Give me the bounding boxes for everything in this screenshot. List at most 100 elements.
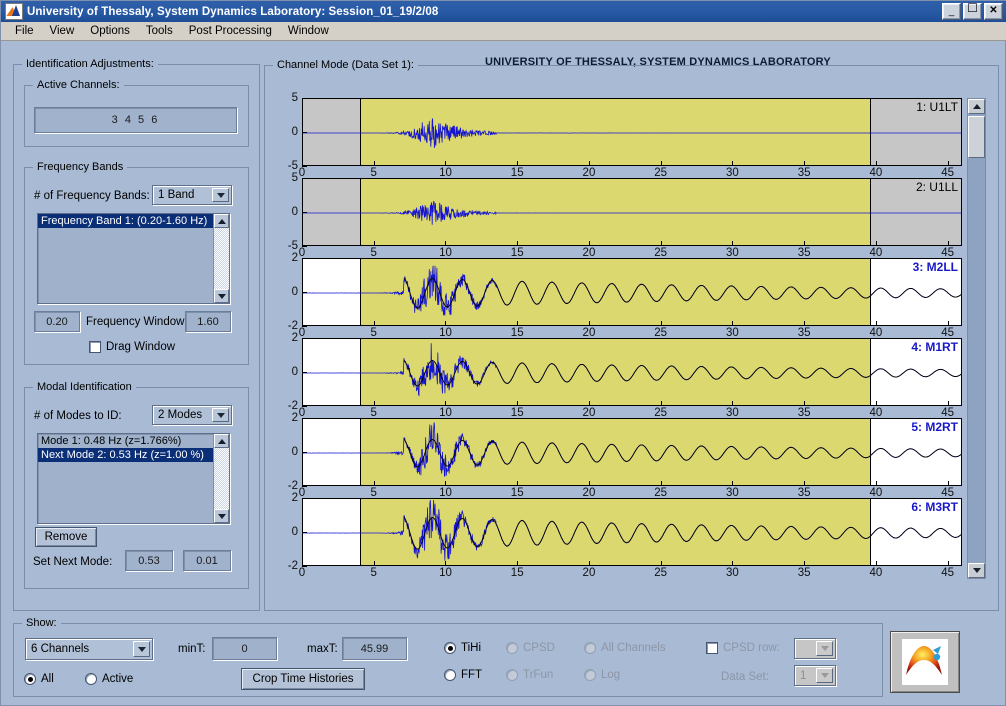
scroll-down-icon[interactable] [968,563,985,578]
cpsd-row-label: CPSD row: [723,642,780,654]
channel-plot-axes-3[interactable]: 3: M2LL [302,258,962,326]
plot-type-log-label: Log [601,669,621,681]
mint-field[interactable]: 0 [212,637,277,660]
x-axis-tick-mark [732,561,734,566]
x-axis-tick-mark [517,161,519,166]
x-axis-tick-mark [445,401,447,406]
x-axis-tick-mark [804,561,806,566]
x-axis-tick-mark [947,241,949,246]
show-legend: Show: [22,617,61,629]
channel-plot-row: 1: U1LT -5 0 5 0 5 10 15 20 25 30 35 40 45 [1,92,1006,184]
scope-all-label: All [41,673,54,685]
x-axis-tick: 5 [370,567,377,579]
scope-active-label: Active [102,673,134,685]
x-axis-tick-mark [517,561,519,566]
x-axis-tick-mark [445,161,447,166]
channel-plot-axes-5[interactable]: 5: M2RT [302,418,962,486]
scope-all-radio[interactable]: All [24,673,54,685]
channels-count-dropdown[interactable]: 6 Channels [25,638,153,660]
x-axis-tick-mark [445,481,447,486]
crop-time-histories-button[interactable]: Crop Time Histories [241,668,365,690]
checkbox-box-icon [706,642,718,654]
scope-active-radio[interactable]: Active [85,673,133,685]
x-axis-tick-mark [875,161,877,166]
channel-plot-axes-6[interactable]: 6: M3RT [302,498,962,566]
y-axis-tick: -2 [287,480,298,492]
x-axis-tick-mark [660,401,662,406]
y-axis-tick-mark [302,98,307,99]
channel-plots-scrollbar[interactable] [967,98,986,579]
x-axis-tick-mark [588,561,590,566]
plot-type-tihi-radio[interactable]: TiHi [444,642,481,654]
plot-type-all-channels-radio: All Channels [584,642,666,654]
x-axis-tick-mark [588,321,590,326]
channel-label-6: 6: M3RT [911,500,958,514]
radio-dot-icon [24,673,36,685]
channel-plot-axes-4[interactable]: 4: M1RT [302,338,962,406]
x-axis-tick-mark [804,161,806,166]
x-axis-tick: 30 [726,567,739,579]
y-axis-tick: -2 [287,560,298,572]
cpsd-row-checkbox[interactable]: CPSD row: [706,642,780,654]
x-axis-tick-mark [373,241,375,246]
channel-plot-row: 3: M2LL -2 0 2 0 5 10 15 20 25 30 35 40 45 [1,252,1006,344]
x-axis-tick: 20 [582,567,596,579]
x-axis-tick-mark [732,161,734,166]
x-axis-tick-mark [804,321,806,326]
x-axis-tick-mark [875,321,877,326]
channel-plots-container: 1: U1LT -5 0 5 0 5 10 15 20 25 30 35 40 45 2: U1LL -5 0 5… [1,1,1006,579]
y-axis-tick-mark [302,338,307,339]
x-axis-tick-mark [947,401,949,406]
chevron-down-icon [133,641,150,657]
radio-dot-icon [584,669,596,681]
x-axis-tick: 0 [298,567,306,579]
y-axis-tick: -5 [287,160,298,172]
x-axis-tick-mark [875,481,877,486]
x-axis-tick-mark [373,561,375,566]
application-window: University of Thessaly, System Dynamics … [0,0,1006,706]
channel-plot-row: 2: U1LL -5 0 5 0 5 10 15 20 25 30 35 40 45 [1,172,1006,264]
plot-type-log-radio: Log [584,669,620,681]
y-axis-tick: 5 [291,92,298,104]
scrollbar-thumb[interactable] [968,116,985,158]
channel-plot-axes-2[interactable]: 2: U1LL [302,178,962,246]
x-axis-tick-mark [302,561,303,566]
x-axis-tick: 15 [510,567,524,579]
y-axis-tick: 2 [291,412,298,424]
y-axis-tick: 2 [291,252,298,264]
cpsd-row-dropdown [794,638,836,659]
signal-trace [303,118,961,148]
x-axis-tick-mark [302,321,303,326]
x-axis-tick: 10 [439,567,452,579]
y-axis-tick: -2 [287,400,298,412]
y-axis-tick: 5 [291,172,298,184]
plot-type-fft-radio[interactable]: FFT [444,669,482,681]
x-axis-tick-mark [875,401,877,406]
signal-trace [303,422,961,477]
matlab-logo-button[interactable] [890,631,960,693]
scroll-up-icon[interactable] [968,99,985,114]
x-axis-tick-mark [445,241,447,246]
matlab-membrane-logo [902,639,948,685]
x-axis-tick-mark [947,561,949,566]
x-axis-tick: 35 [797,567,811,579]
y-axis-tick-mark [302,418,307,419]
x-axis-tick-mark [588,241,590,246]
plot-type-trfun-radio: TrFun [506,669,553,681]
membrane-icon [906,646,942,675]
channel-plot-axes-1[interactable]: 1: U1LT [302,98,962,166]
y-axis-tick: -5 [287,240,298,252]
y-axis-tick-mark [302,372,307,373]
x-axis-tick: 45 [941,567,955,579]
x-axis-tick-mark [517,481,519,486]
x-axis-tick-mark [302,401,303,406]
radio-dot-icon [444,669,456,681]
x-axis-tick-mark [660,561,662,566]
channel-label-3: 3: M2LL [912,260,958,274]
y-axis-tick-mark [302,258,307,259]
maxt-field[interactable]: 45.99 [342,637,407,660]
plot-type-fft-label: FFT [461,669,483,681]
x-axis-tick-mark [588,161,590,166]
x-axis-tick-mark [302,241,303,246]
x-axis-tick-mark [445,561,447,566]
